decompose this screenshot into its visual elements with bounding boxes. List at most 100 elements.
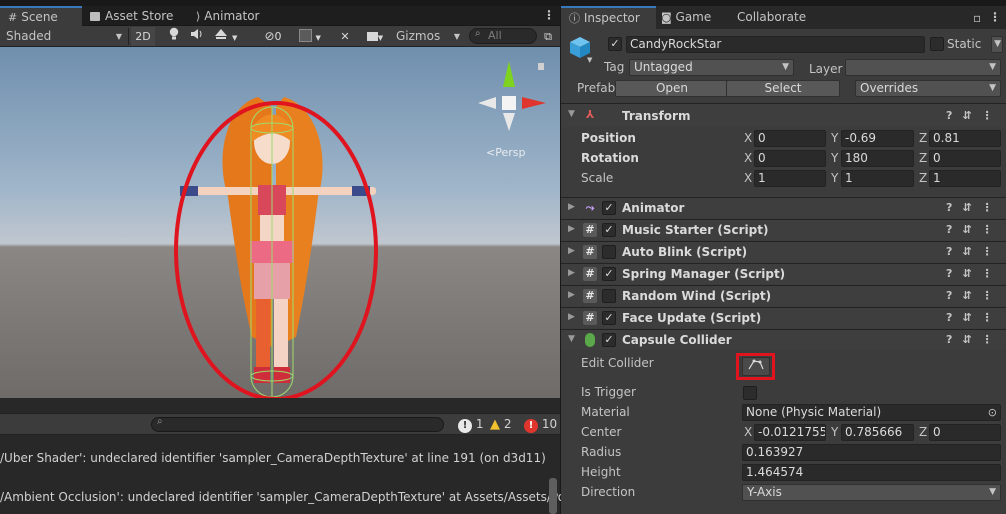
component-header-icons[interactable]: ?⇵⋮ xyxy=(946,201,1003,214)
position-z-field[interactable]: 0.81 xyxy=(929,130,1001,147)
object-name-field[interactable]: CandyRockStar xyxy=(626,36,925,53)
capsule-collider-header[interactable]: ▼ ✓ Capsule Collider ?⇵⋮ xyxy=(561,329,1006,350)
scale-x-field[interactable]: 1 xyxy=(754,170,826,187)
audio-icon[interactable] xyxy=(186,27,208,46)
component-checkbox[interactable]: ✓ xyxy=(602,201,616,215)
position-y-field[interactable]: -0.69 xyxy=(841,130,914,147)
tab-inspector[interactable]: ⓘ Inspector xyxy=(561,6,656,29)
console-search-input[interactable]: ⌕ xyxy=(151,416,444,432)
center-y-field[interactable]: 0.785666 xyxy=(841,424,914,441)
object-picker-icon[interactable]: ⊙ xyxy=(988,405,997,420)
error-count-toggle[interactable]: ! 10 xyxy=(524,416,557,433)
is-trigger-checkbox[interactable] xyxy=(743,386,757,400)
scene-toolbar: Shaded ▼ 2D ▼ ⊘0 ▼ ✕ ▼ Gizmos ▼ ⌕ All ⧉ xyxy=(0,26,560,47)
effects-icon[interactable]: ▼ xyxy=(209,27,241,46)
position-x-field[interactable]: 0 xyxy=(754,130,826,147)
tools-icon[interactable]: ✕ xyxy=(335,27,355,46)
maximize-icon[interactable]: ⧉ xyxy=(540,27,556,46)
inspector-tabbar: ⓘ Inspector ◙ Game Collaborate ▫ ⋮ xyxy=(561,6,1006,29)
hidden-objects-toggle[interactable]: ⊘0 xyxy=(256,27,290,46)
component-name: Face Update (Script) xyxy=(622,311,762,325)
caret-down-icon: ▼ xyxy=(989,487,996,497)
component-checkbox[interactable] xyxy=(602,289,616,303)
component-header-icons[interactable]: ?⇵⋮ xyxy=(946,223,1003,236)
error-count: 10 xyxy=(541,417,558,431)
info-count-toggle[interactable]: ! 1 xyxy=(458,416,483,433)
component-animator[interactable]: ▶ ⤳ ✓ Animator ?⇵⋮ xyxy=(561,197,1006,218)
component-checkbox[interactable] xyxy=(602,245,616,259)
component-checkbox[interactable]: ✓ xyxy=(602,333,616,347)
tab-animator[interactable]: ⟩ Animator xyxy=(188,6,278,26)
component-name: Animator xyxy=(622,201,685,215)
height-field[interactable]: 1.464574 xyxy=(742,464,1001,481)
tab-game[interactable]: ◙ Game xyxy=(661,6,729,29)
tag-label: Tag xyxy=(604,60,625,74)
component-spring-manager[interactable]: ▶ # ✓ Spring Manager (Script) ?⇵⋮ xyxy=(561,263,1006,284)
grid-icon: # xyxy=(8,11,18,24)
component-music-starter[interactable]: ▶ # ✓ Music Starter (Script) ?⇵⋮ xyxy=(561,219,1006,240)
rotation-y-field[interactable]: 180 xyxy=(841,150,914,167)
caret-down-icon: ▼ xyxy=(782,62,789,72)
tab-inspector-label: Inspector xyxy=(583,11,640,25)
static-checkbox[interactable] xyxy=(930,37,944,51)
tag-dropdown[interactable]: Untagged ▼ xyxy=(629,59,794,76)
gizmos-dropdown[interactable]: Gizmos ▼ xyxy=(396,27,462,46)
direction-dropdown[interactable]: Y-Axis ▼ xyxy=(742,484,1001,501)
component-header-icons[interactable]: ?⇵⋮ xyxy=(946,311,1003,324)
center-z-field[interactable]: 0 xyxy=(929,424,1001,441)
transform-header[interactable]: ▼ ⅄ Transform ?⇵⋮ xyxy=(561,103,1006,127)
scene-menu-icon[interactable]: ⋮ xyxy=(543,9,555,21)
component-name: Auto Blink (Script) xyxy=(622,245,748,259)
camera-icon[interactable]: ▼ xyxy=(360,27,390,46)
warning-count-toggle[interactable]: ▲ 2 xyxy=(490,416,511,433)
active-checkbox[interactable]: ✓ xyxy=(608,37,622,51)
shading-mode-dropdown[interactable]: Shaded ▼ xyxy=(6,27,124,46)
toggle-2d-button[interactable]: 2D xyxy=(131,27,155,46)
component-random-wind[interactable]: ▶ # Random Wind (Script) ?⇵⋮ xyxy=(561,285,1006,306)
console-log-line[interactable]: /Ambient Occlusion': undeclared identifi… xyxy=(0,490,588,504)
material-field[interactable]: None (Physic Material) ⊙ xyxy=(742,404,1001,421)
console-scrollbar[interactable] xyxy=(549,478,557,514)
radius-field[interactable]: 0.163927 xyxy=(742,444,1001,461)
store-icon xyxy=(90,12,100,21)
tab-collaborate[interactable]: Collaborate xyxy=(737,6,817,29)
prefab-open-button[interactable]: Open xyxy=(615,80,729,97)
direction-label: Direction xyxy=(581,485,636,499)
prefab-select-button[interactable]: Select xyxy=(726,80,840,97)
caret-down-icon[interactable]: ▼ xyxy=(587,56,592,64)
rotation-z-field[interactable]: 0 xyxy=(929,150,1001,167)
console-log-line[interactable]: /Uber Shader': undeclared identifier 'sa… xyxy=(0,451,546,465)
component-header-icons[interactable]: ?⇵⋮ xyxy=(946,267,1003,280)
inspector-menu-icon[interactable]: ⋮ xyxy=(989,11,1001,23)
lock-icon[interactable]: ▫ xyxy=(973,12,981,24)
static-dropdown[interactable]: ▼ xyxy=(991,36,1003,53)
static-label: Static xyxy=(947,37,982,51)
prefab-overrides-dropdown[interactable]: Overrides ▼ xyxy=(855,80,1001,97)
component-face-update[interactable]: ▶ # ✓ Face Update (Script) ?⇵⋮ xyxy=(561,307,1006,328)
component-header-icons[interactable]: ?⇵⋮ xyxy=(946,289,1003,302)
component-header-icons[interactable]: ?⇵⋮ xyxy=(946,109,1003,122)
scene-search-input[interactable]: ⌕ All xyxy=(469,28,537,44)
orientation-gizmo[interactable] xyxy=(478,61,546,131)
rotation-x-field[interactable]: 0 xyxy=(754,150,826,167)
center-x-field[interactable]: -0.0121755 xyxy=(754,424,826,441)
component-auto-blink[interactable]: ▶ # Auto Blink (Script) ?⇵⋮ xyxy=(561,241,1006,262)
component-header-icons[interactable]: ?⇵⋮ xyxy=(946,245,1003,258)
scene-search-placeholder: All xyxy=(488,29,502,42)
script-icon: # xyxy=(583,267,597,281)
info-icon: ! xyxy=(458,419,472,433)
component-checkbox[interactable]: ✓ xyxy=(602,267,616,281)
grid-toggle-icon[interactable]: ▼ xyxy=(290,27,330,46)
x-axis-label: X xyxy=(744,131,753,145)
layer-dropdown[interactable]: ▼ xyxy=(845,59,1001,76)
component-checkbox[interactable]: ✓ xyxy=(602,223,616,237)
tab-asset-store[interactable]: Asset Store xyxy=(82,6,188,26)
scale-y-field[interactable]: 1 xyxy=(841,170,914,187)
scale-z-field[interactable]: 1 xyxy=(929,170,1001,187)
lighting-icon[interactable] xyxy=(163,27,185,46)
component-checkbox[interactable]: ✓ xyxy=(602,311,616,325)
projection-label[interactable]: <Persp xyxy=(486,146,525,159)
component-header-icons[interactable]: ?⇵⋮ xyxy=(946,333,1003,346)
scene-viewport[interactable]: <Persp xyxy=(0,47,560,398)
tab-scene[interactable]: # Scene xyxy=(0,6,82,26)
